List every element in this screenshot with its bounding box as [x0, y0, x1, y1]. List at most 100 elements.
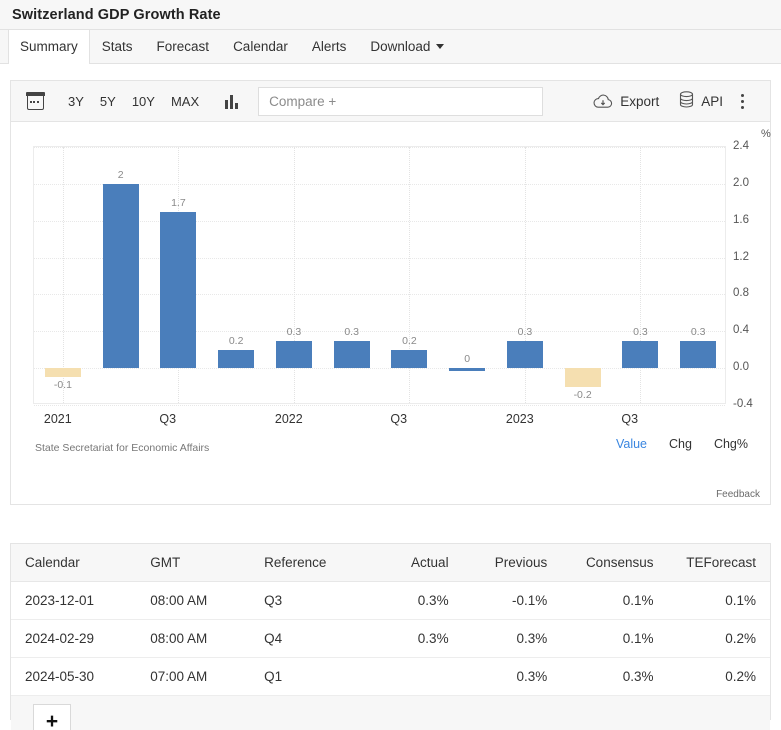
calendar-table-card: Calendar GMT Reference Actual Previous Consen…	[10, 543, 771, 730]
chart-bar[interactable]	[218, 349, 255, 369]
table-body: 2023-12-01 08:00 AM Q3 0.3% -0.1% 0.1% 0.1% 202…	[11, 581, 770, 696]
chart-bar[interactable]	[449, 368, 486, 372]
chart-bar[interactable]	[160, 211, 197, 369]
chart-bar-label: 0.3	[344, 325, 359, 338]
chart-mode-buttons: Value Chg Chg%	[616, 437, 748, 451]
add-row-area: +	[11, 696, 770, 730]
api-button[interactable]: API	[669, 91, 733, 111]
table-cell-previous: 0.3%	[462, 619, 562, 658]
table-cell-calendar: 2024-05-30	[11, 657, 137, 696]
table-cell-actual: 0.3%	[363, 619, 463, 658]
x-axis-tick-label: 2021	[43, 412, 72, 426]
chart-card: 3Y 5Y 10Y MAX Compare + Export API % -0.…	[10, 80, 771, 505]
add-row-button[interactable]: +	[33, 704, 71, 730]
chart-bar[interactable]	[622, 340, 659, 369]
grid-line-vertical	[62, 147, 64, 403]
tab-label: Calendar	[233, 39, 288, 54]
chart-mode-value[interactable]: Value	[616, 437, 647, 451]
tab-download[interactable]: Download	[358, 30, 456, 63]
chart-bar-label: 0.2	[228, 334, 244, 347]
bar-chart-icon[interactable]	[225, 94, 239, 109]
range-buttons: 3Y 5Y 10Y MAX	[60, 91, 207, 112]
export-label: Export	[620, 93, 660, 109]
tab-calendar[interactable]: Calendar	[221, 30, 300, 63]
table-column-header[interactable]: Reference	[250, 544, 364, 582]
table-cell-gmt: 08:00 AM	[136, 581, 251, 620]
chart-toolbar: 3Y 5Y 10Y MAX Compare + Export API	[11, 81, 770, 122]
grid-line-horizontal	[34, 147, 725, 148]
range-button-5y[interactable]: 5Y	[92, 91, 124, 112]
tab-label: Forecast	[156, 39, 210, 54]
table-row[interactable]: 2024-02-29 08:00 AM Q4 0.3% 0.3% 0.1% 0.2%	[11, 619, 770, 658]
tab-alerts[interactable]: Alerts	[300, 30, 359, 63]
table-column-header[interactable]: Consensus	[561, 544, 668, 582]
range-button-10y[interactable]: 10Y	[124, 91, 163, 112]
table-column-header[interactable]: TEForecast	[667, 544, 770, 582]
range-button-max[interactable]: MAX	[163, 91, 207, 112]
chart-bar[interactable]	[44, 368, 81, 378]
y-axis-tick-label: 0.8	[733, 287, 749, 300]
export-button[interactable]: Export	[583, 94, 669, 109]
chart-source: State Secretariat for Economic Affairs	[35, 442, 210, 454]
table-cell-actual	[363, 657, 463, 696]
table-cell-reference: Q4	[250, 619, 364, 658]
page-header: Switzerland GDP Growth Rate	[0, 0, 781, 30]
chart-bar-label: 2	[117, 168, 124, 181]
table-column-header[interactable]: GMT	[136, 544, 251, 582]
y-axis-tick-label: -0.4	[733, 398, 753, 410]
chart-bar[interactable]	[391, 349, 428, 369]
chart-mode-chg[interactable]: Chg	[669, 437, 692, 451]
table-cell-consensus: 0.1%	[561, 619, 668, 658]
tab-forecast[interactable]: Forecast	[145, 30, 222, 63]
tab-summary[interactable]: Summary	[8, 30, 90, 64]
table-cell-calendar: 2024-02-29	[11, 619, 137, 658]
cloud-download-icon	[593, 94, 613, 109]
range-button-3y[interactable]: 3Y	[60, 91, 92, 112]
kebab-menu-icon[interactable]	[733, 93, 756, 109]
chart-bar[interactable]	[680, 340, 717, 369]
table-cell-previous: 0.3%	[462, 657, 562, 696]
chart-bar[interactable]	[564, 368, 601, 387]
table-cell-consensus: 0.1%	[561, 581, 668, 620]
table-cell-teforecast: 0.1%	[667, 581, 770, 620]
table-column-header[interactable]: Previous	[462, 544, 562, 582]
table-header: Calendar GMT Reference Actual Previous Consen…	[11, 544, 770, 582]
x-axis-tick-label: Q3	[159, 412, 177, 426]
calendar-table: Calendar GMT Reference Actual Previous Consen…	[11, 544, 770, 696]
y-axis-tick-label: 1.6	[733, 213, 749, 226]
feedback-link[interactable]: Feedback	[716, 489, 760, 500]
chart-bar[interactable]	[275, 340, 312, 369]
x-axis-tick-label: Q3	[390, 412, 408, 426]
y-axis-tick-label: 1.2	[733, 250, 749, 263]
table-cell-calendar: 2023-12-01	[11, 581, 137, 620]
calendar-icon[interactable]	[21, 91, 45, 110]
tab-label: Summary	[20, 39, 78, 54]
chart-bar[interactable]	[506, 340, 543, 369]
tab-label: Alerts	[311, 39, 347, 54]
compare-placeholder: Compare +	[269, 93, 337, 109]
chart-bar-label: -0.2	[573, 388, 592, 401]
y-axis-tick-label: 2.0	[733, 176, 749, 189]
page-title: Switzerland GDP Growth Rate	[12, 6, 221, 23]
table-cell-teforecast: 0.2%	[667, 657, 770, 696]
table-row[interactable]: 2024-05-30 07:00 AM Q1 0.3% 0.3% 0.2%	[11, 657, 770, 696]
chart-bar-label: 0.3	[633, 325, 648, 338]
table-column-header[interactable]: Calendar	[11, 544, 137, 582]
chart-bar-label: 0.3	[690, 325, 706, 338]
chart-bar[interactable]	[102, 183, 139, 369]
tab-bar: Summary Stats Forecast Calendar Alerts Downlo…	[0, 30, 781, 64]
tab-label: Stats	[101, 39, 133, 54]
table-cell-reference: Q1	[250, 657, 364, 696]
tab-stats[interactable]: Stats	[90, 30, 145, 63]
compare-input[interactable]: Compare +	[258, 86, 544, 116]
chevron-down-icon	[436, 44, 445, 49]
chart-bar-label: -0.1	[53, 379, 72, 392]
chart-mode-chg-pct[interactable]: Chg%	[714, 437, 748, 451]
x-axis-tick-label: 2022	[274, 412, 303, 426]
table-row[interactable]: 2023-12-01 08:00 AM Q3 0.3% -0.1% 0.1% 0.1%	[11, 581, 770, 620]
table-cell-previous: -0.1%	[462, 581, 562, 620]
table-cell-actual: 0.3%	[363, 581, 463, 620]
table-column-header[interactable]: Actual	[363, 544, 463, 582]
chart-bar[interactable]	[333, 340, 370, 369]
chart-plot-area: % -0.1 2 1.7 0.2 0.3 0.3 0.2 0 0.3 -0.2 0.3 0.3 -0.…	[11, 122, 771, 505]
